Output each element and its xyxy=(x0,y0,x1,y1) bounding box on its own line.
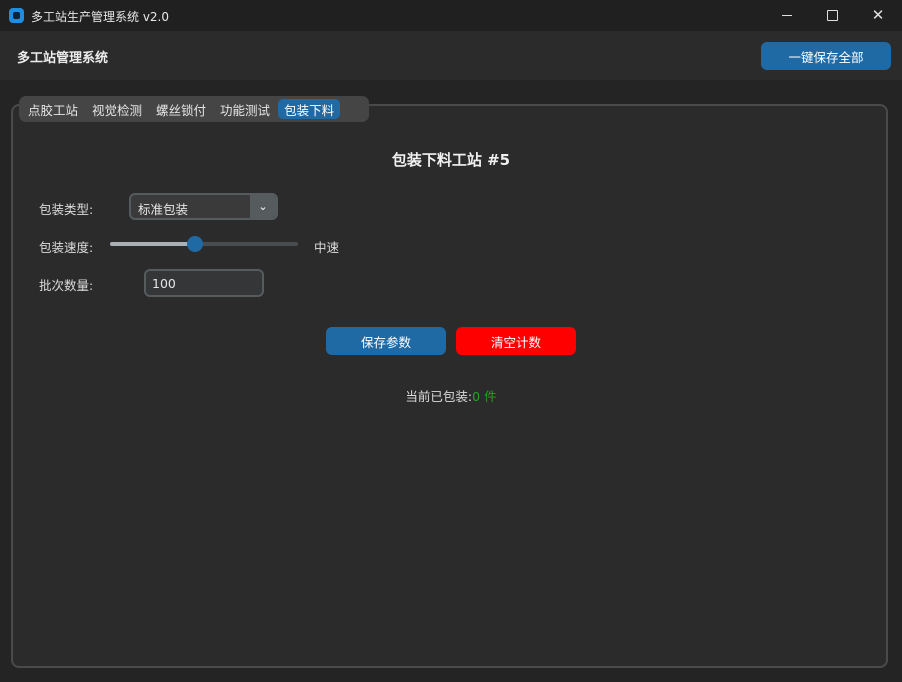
speed-slider-handle[interactable] xyxy=(186,236,203,252)
tab-vision-inspection[interactable]: 视觉检测 xyxy=(86,99,148,119)
app-header-title: 多工站管理系统 xyxy=(17,51,109,66)
packaged-count-value: 0 件 xyxy=(472,389,497,404)
tab-function-test[interactable]: 功能测试 xyxy=(214,99,276,119)
speed-value-label: 中速 xyxy=(314,240,340,255)
minimize-icon xyxy=(782,15,792,16)
packaged-count-label: 当前已包装: xyxy=(405,389,473,404)
title-bar: 多工站生产管理系统 v2.0 ✕ xyxy=(0,0,902,31)
close-button[interactable]: ✕ xyxy=(855,0,901,31)
maximize-button[interactable] xyxy=(809,0,855,31)
batch-quantity-input[interactable] xyxy=(144,269,264,297)
maximize-icon xyxy=(826,10,838,21)
clear-count-button[interactable]: 清空计数 xyxy=(456,327,576,355)
close-icon: ✕ xyxy=(871,6,885,24)
speed-slider-fill xyxy=(110,242,195,246)
app-icon xyxy=(9,8,24,23)
chevron-down-icon[interactable]: ⌄ xyxy=(250,195,276,218)
packaged-count-line: 当前已包装:0 件 xyxy=(0,386,902,405)
speed-label: 包装速度: xyxy=(39,240,94,255)
package-type-select[interactable]: 标准包装 ⌄ xyxy=(129,193,278,220)
tab-packaging[interactable]: 包装下料 xyxy=(278,99,341,119)
window-title: 多工站生产管理系统 v2.0 xyxy=(31,10,170,24)
tab-dispensing[interactable]: 点胶工站 xyxy=(22,99,84,119)
package-type-label: 包装类型: xyxy=(39,202,94,217)
tab-screw-fastening[interactable]: 螺丝锁付 xyxy=(150,99,212,119)
save-all-button[interactable]: 一键保存全部 xyxy=(761,42,891,70)
station-title: 包装下料工站 #5 xyxy=(391,151,511,169)
batch-quantity-label: 批次数量: xyxy=(39,278,94,293)
speed-slider-track[interactable] xyxy=(110,242,298,246)
station-tabs: 点胶工站 视觉检测 螺丝锁付 功能测试 包装下料 xyxy=(19,96,369,122)
save-params-button[interactable]: 保存参数 xyxy=(326,327,446,355)
minimize-button[interactable] xyxy=(764,0,810,31)
package-type-value: 标准包装 xyxy=(138,202,189,217)
